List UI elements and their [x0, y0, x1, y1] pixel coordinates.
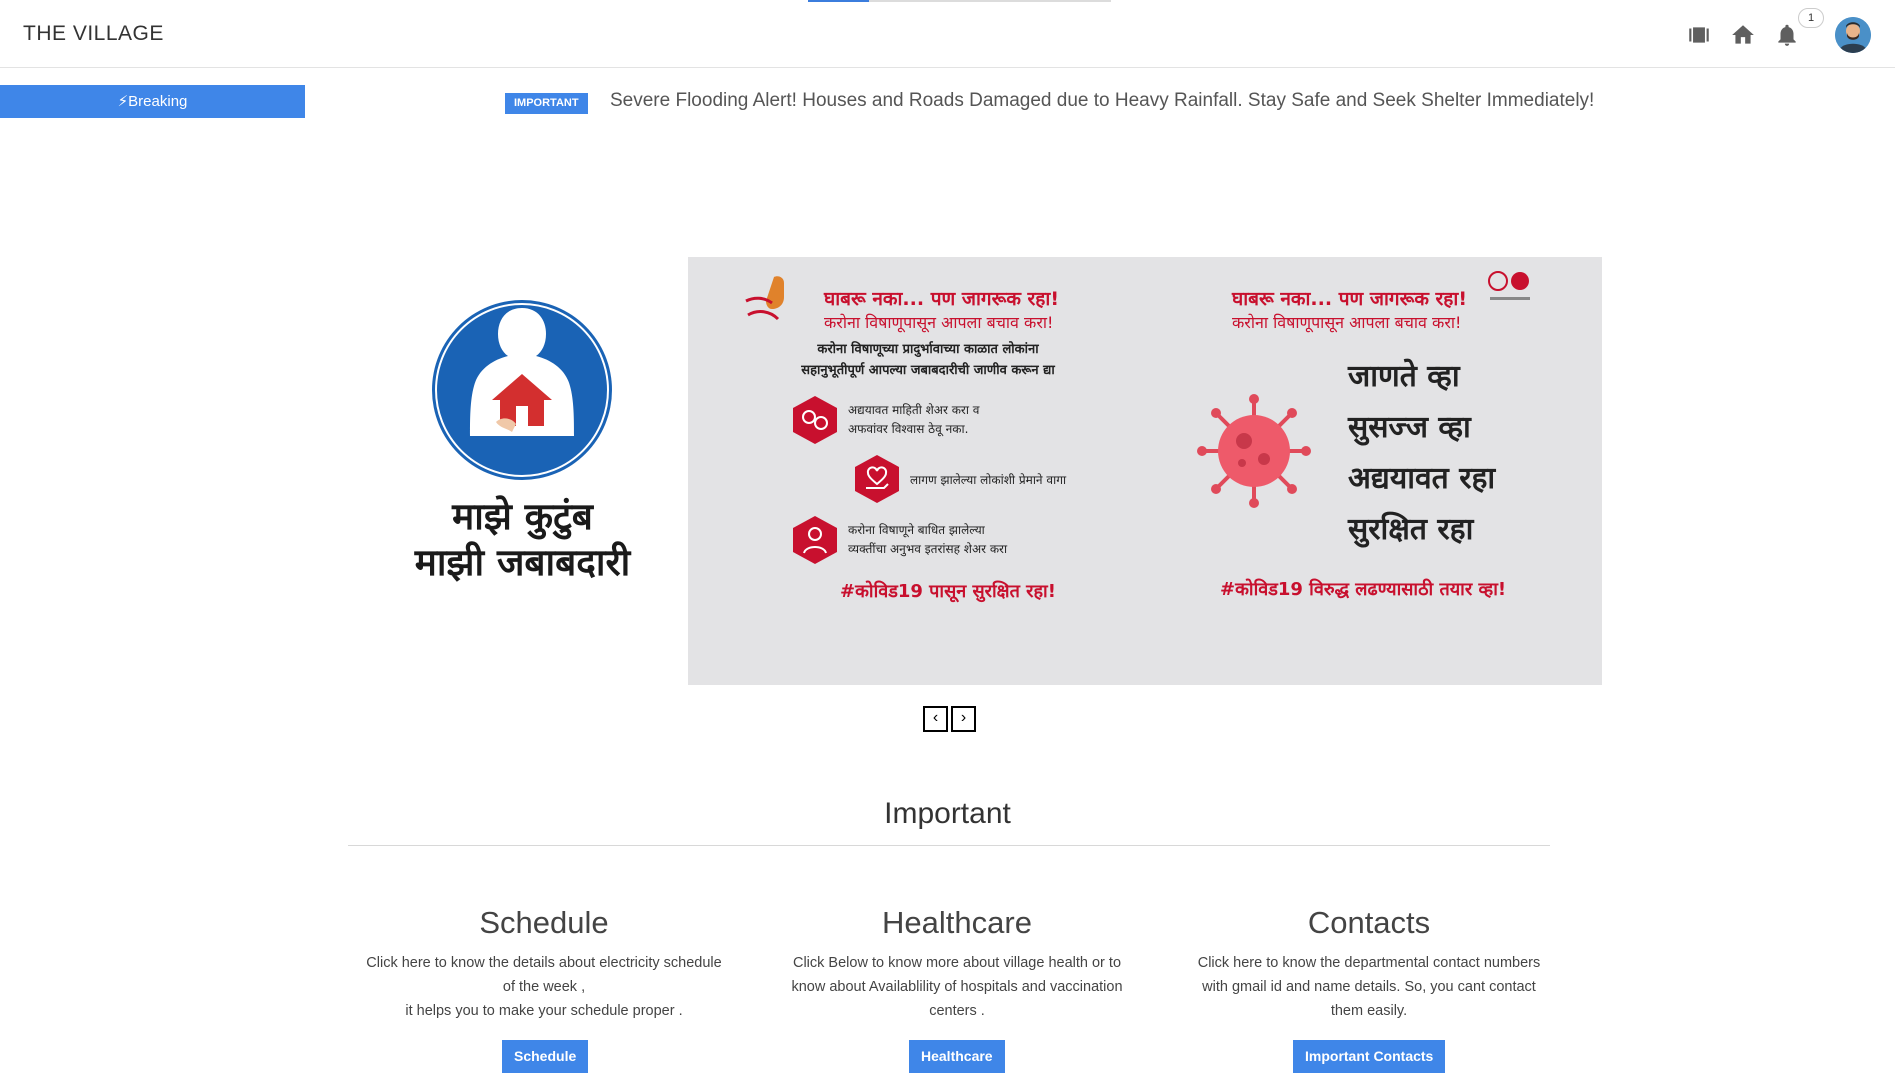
notification-count-badge: 1: [1798, 8, 1824, 28]
banner-body-text: करोना विषाणूच्या प्रादुर्भावाच्या काळात …: [778, 339, 1078, 381]
virus-icon: [1197, 394, 1311, 508]
banner-big-line-4: सुरक्षित रहा: [1348, 512, 1474, 547]
share-info-icon: [793, 396, 837, 444]
breaking-news-text[interactable]: Severe Flooding Alert! Houses and Roads …: [610, 90, 1594, 112]
user-avatar[interactable]: [1835, 17, 1871, 53]
healthcare-card-title: Healthcare: [882, 905, 1032, 940]
banner-subtitle-left: करोना विषाणूपासून आपला बचाव करा!: [824, 313, 1054, 332]
family-responsibility-caption: माझे कुटुंब माझी जबाबदारी: [380, 494, 665, 586]
contacts-card-title: Contacts: [1307, 905, 1431, 940]
page-progress-fill: [808, 0, 869, 2]
page-progress-bar: [808, 0, 1111, 2]
heart-hand-icon: [855, 455, 899, 503]
banner-title-left: घाबरू नका... पण जागरूक रहा!: [824, 288, 1059, 310]
banner-big-text: जाणते व्हा सुसज्ज व्हा अद्ययावत रहा सुरक…: [1348, 351, 1495, 555]
home-icon[interactable]: [1730, 22, 1756, 48]
healthcare-button[interactable]: Healthcare: [909, 1040, 1005, 1073]
schedule-card-line-1: Click here to know the details about ele…: [366, 955, 722, 971]
banner-item-3-line-1: करोना विषाणूने बाधित झालेल्या: [848, 523, 985, 537]
contacts-card: Contacts Click here to know the departme…: [1179, 905, 1559, 1023]
banner-hashtag-right: #कोविड19 विरुद्ध लढण्यासाठी तयार व्हा!: [1220, 579, 1507, 600]
banner-subtitle-right: करोना विषाणूपासून आपला बचाव करा!: [1232, 313, 1462, 332]
banner-big-line-1: जाणते व्हा: [1348, 359, 1460, 394]
schedule-card-line-2: of the week ,: [502, 979, 586, 995]
schedule-button[interactable]: Schedule: [502, 1040, 589, 1073]
section-divider: [348, 845, 1550, 846]
banner-body-line-1: करोना विषाणूच्या प्रादुर्भावाच्या काळात …: [817, 342, 1039, 357]
banner-item-1-line-1: अद्ययावत माहिती शेअर करा व: [848, 403, 980, 417]
contacts-card-line-1: Click here to know the departmental cont…: [1197, 955, 1541, 971]
healthcare-card-line-2: know about Availablility of hospitals an…: [791, 979, 1123, 995]
banner-item-2: लागण झालेल्या लोकांशी प्रेमाने वागा: [910, 473, 1067, 487]
bell-icon[interactable]: [1774, 22, 1800, 48]
banner-item-3: करोना विषाणूने बाधित झालेल्या व्यक्तींचा…: [848, 521, 1007, 559]
schedule-card-title: Schedule: [479, 905, 609, 940]
banner-body-line-2: सहानुभूतीपूर्ण आपल्या जबाबदारीची जाणीव क…: [801, 363, 1055, 378]
breaking-button[interactable]: ⚡Breaking: [0, 85, 305, 118]
healthcare-card: Healthcare Click Below to know more abou…: [767, 905, 1147, 1023]
banner-item-1-line-2: अफवांवर विश्वास ठेवू नका.: [848, 422, 969, 436]
government-seal-icon: [1484, 267, 1536, 307]
caption-line-2: माझी जबाबदारी: [414, 541, 631, 584]
schedule-card-line-3: it helps you to make your schedule prope…: [405, 1003, 683, 1019]
person-house-icon: [432, 300, 612, 480]
top-navbar: THE VILLAGE 1: [0, 0, 1895, 68]
banner-big-line-3: अद्ययावत रहा: [1348, 461, 1496, 496]
lightning-icon: ⚡: [117, 93, 129, 110]
important-section-title: Important: [884, 797, 1011, 830]
banner-big-line-2: सुसज्ज व्हा: [1348, 410, 1471, 445]
contacts-card-line-3: them easily.: [1330, 1003, 1408, 1019]
banner-hashtag-left: #कोविड19 पासून सुरक्षित रहा!: [840, 581, 1056, 602]
app-title[interactable]: THE VILLAGE: [23, 22, 164, 46]
banner-title-right: घाबरू नका... पण जागरूक रहा!: [1232, 288, 1467, 310]
banner-item-1: अद्ययावत माहिती शेअर करा व अफवांवर विश्व…: [848, 401, 979, 439]
important-contacts-button[interactable]: Important Contacts: [1293, 1040, 1446, 1073]
healthcare-card-line-1: Click Below to know more about village h…: [792, 955, 1122, 971]
film-strip-icon[interactable]: [1686, 22, 1712, 48]
schedule-card: Schedule Click here to know the details …: [354, 905, 734, 1023]
carousel-next-button[interactable]: ›: [951, 706, 976, 732]
patient-icon: [793, 516, 837, 564]
breaking-button-label: Breaking: [128, 93, 188, 110]
carousel-prev-button[interactable]: ‹: [923, 706, 948, 732]
contacts-card-line-2: with gmail id and name details. So, you …: [1202, 979, 1536, 995]
covid-awareness-banner: घाबरू नका... पण जागरूक रहा! करोना विषाणू…: [688, 257, 1602, 685]
maza-rakshak-logo: [740, 271, 796, 333]
healthcare-card-line-3: centers .: [929, 1003, 985, 1019]
banner-item-3-line-2: व्यक्तींचा अनुभव इतरांसह शेअर करा: [848, 542, 1008, 556]
important-tag: IMPORTANT: [505, 93, 588, 114]
caption-line-1: माझे कुटुंब: [452, 495, 593, 538]
